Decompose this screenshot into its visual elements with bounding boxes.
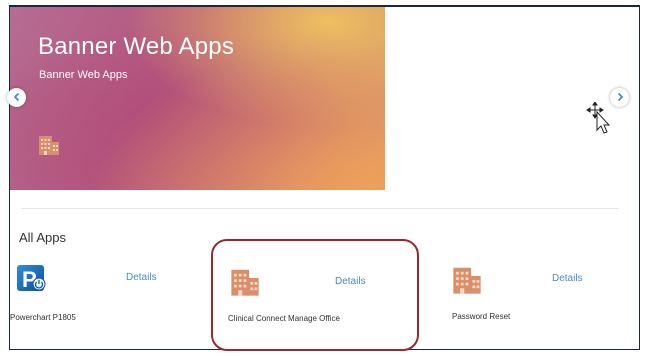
section-divider [21,208,619,209]
highlight-annotation [211,239,419,351]
chevron-right-icon [615,89,625,107]
chevron-left-icon [12,89,22,107]
app-details-link[interactable]: Details [126,272,157,283]
app-frame: Banner Web Apps Banner Web Apps All Apps… [7,5,640,351]
all-apps-heading: All Apps [19,230,66,245]
app-name: Powerchart P1805 [10,313,76,322]
building-icon [452,265,482,300]
building-icon [38,134,60,161]
app-name: Password Reset [452,312,511,321]
carousel-next-button[interactable] [610,88,629,107]
app-card-powerchart[interactable]: P Powerchart P1805 Details [10,264,196,334]
powerchart-icon: P [16,264,48,299]
app-details-link[interactable]: Details [552,273,583,284]
hero-banner[interactable]: Banner Web Apps Banner Web Apps [10,7,385,190]
app-card-password-reset[interactable]: Password Reset Details [450,263,620,333]
hero-subtitle: Banner Web Apps [39,69,128,81]
hero-title: Banner Web Apps [38,33,235,60]
carousel-prev-button[interactable] [7,88,26,107]
move-cursor-icon [586,101,612,143]
